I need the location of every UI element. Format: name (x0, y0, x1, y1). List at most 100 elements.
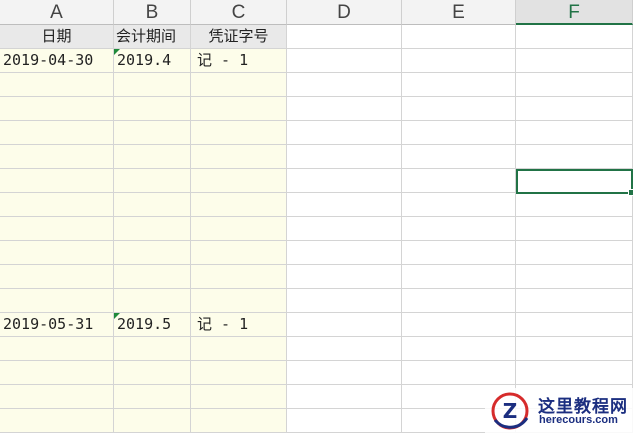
cell-c12[interactable] (191, 289, 287, 313)
cell-e14[interactable] (402, 337, 516, 361)
cell-e7[interactable] (402, 169, 516, 193)
column-header-c[interactable]: C (191, 0, 287, 25)
cell-a14[interactable] (0, 337, 114, 361)
column-header-e[interactable]: E (402, 0, 516, 25)
cell-e12[interactable] (402, 289, 516, 313)
cell-f11[interactable] (516, 265, 633, 289)
cell-e2[interactable] (402, 49, 516, 73)
cell-f9[interactable] (516, 217, 633, 241)
cell-d14[interactable] (287, 337, 402, 361)
cell-f8[interactable] (516, 193, 633, 217)
cell-b12[interactable] (114, 289, 191, 313)
cell-e10[interactable] (402, 241, 516, 265)
cell-f6[interactable] (516, 145, 633, 169)
cell-c17[interactable] (191, 409, 287, 433)
cell-e1[interactable] (402, 25, 516, 49)
cell-d4[interactable] (287, 97, 402, 121)
cell-d2[interactable] (287, 49, 402, 73)
cell-d17[interactable] (287, 409, 402, 433)
cell-b6[interactable] (114, 145, 191, 169)
cell-c5[interactable] (191, 121, 287, 145)
cell-e5[interactable] (402, 121, 516, 145)
cell-e3[interactable] (402, 73, 516, 97)
cell-a5[interactable] (0, 121, 114, 145)
cell-a12[interactable] (0, 289, 114, 313)
cell-e15[interactable] (402, 361, 516, 385)
fill-handle[interactable] (628, 189, 633, 196)
cell-d11[interactable] (287, 265, 402, 289)
cell-d7[interactable] (287, 169, 402, 193)
cell-f3[interactable] (516, 73, 633, 97)
header-cell-a[interactable]: 日期 (0, 25, 114, 49)
cell-c10[interactable] (191, 241, 287, 265)
cell-a16[interactable] (0, 385, 114, 409)
column-header-f[interactable]: F (516, 0, 633, 25)
cell-c3[interactable] (191, 73, 287, 97)
cell-e6[interactable] (402, 145, 516, 169)
cell-c4[interactable] (191, 97, 287, 121)
date-cell[interactable]: 2019-05-31 (0, 313, 114, 337)
cell-f13[interactable] (516, 313, 633, 337)
cell-a15[interactable] (0, 361, 114, 385)
cell-c11[interactable] (191, 265, 287, 289)
cell-d3[interactable] (287, 73, 402, 97)
period-cell[interactable]: 2019.4 (114, 49, 191, 73)
cell-c16[interactable] (191, 385, 287, 409)
cell-f1[interactable] (516, 25, 633, 49)
column-header-d[interactable]: D (287, 0, 402, 25)
cell-b10[interactable] (114, 241, 191, 265)
cell-f2[interactable] (516, 49, 633, 73)
cell-a17[interactable] (0, 409, 114, 433)
cell-a10[interactable] (0, 241, 114, 265)
cell-a9[interactable] (0, 217, 114, 241)
cell-b9[interactable] (114, 217, 191, 241)
cell-d15[interactable] (287, 361, 402, 385)
column-header-a[interactable]: A (0, 0, 114, 25)
cell-a11[interactable] (0, 265, 114, 289)
period-cell[interactable]: 2019.5 (114, 313, 191, 337)
cell-b16[interactable] (114, 385, 191, 409)
cell-b5[interactable] (114, 121, 191, 145)
voucher-cell[interactable]: 记 - 1 (191, 313, 287, 337)
cell-f4[interactable] (516, 97, 633, 121)
selected-cell-f7[interactable] (516, 169, 633, 196)
header-cell-b[interactable]: 会计期间 (114, 25, 191, 49)
cell-f12[interactable] (516, 289, 633, 313)
cell-c8[interactable] (191, 193, 287, 217)
cell-b8[interactable] (114, 193, 191, 217)
cell-d12[interactable] (287, 289, 402, 313)
cell-b3[interactable] (114, 73, 191, 97)
cell-d6[interactable] (287, 145, 402, 169)
cell-c6[interactable] (191, 145, 287, 169)
cell-c15[interactable] (191, 361, 287, 385)
cell-b14[interactable] (114, 337, 191, 361)
cell-a8[interactable] (0, 193, 114, 217)
cell-a6[interactable] (0, 145, 114, 169)
cell-b4[interactable] (114, 97, 191, 121)
cell-f5[interactable] (516, 121, 633, 145)
date-cell[interactable]: 2019-04-30 (0, 49, 114, 73)
header-cell-c[interactable]: 凭证字号 (191, 25, 287, 49)
cell-a7[interactable] (0, 169, 114, 193)
cell-d8[interactable] (287, 193, 402, 217)
cell-b7[interactable] (114, 169, 191, 193)
cell-f10[interactable] (516, 241, 633, 265)
cell-f15[interactable] (516, 361, 633, 385)
cell-e13[interactable] (402, 313, 516, 337)
cell-f14[interactable] (516, 337, 633, 361)
cell-e8[interactable] (402, 193, 516, 217)
cell-d5[interactable] (287, 121, 402, 145)
cell-c14[interactable] (191, 337, 287, 361)
cell-e11[interactable] (402, 265, 516, 289)
cell-a4[interactable] (0, 97, 114, 121)
column-header-b[interactable]: B (114, 0, 191, 25)
cell-e4[interactable] (402, 97, 516, 121)
cell-d13[interactable] (287, 313, 402, 337)
cell-b15[interactable] (114, 361, 191, 385)
cell-a3[interactable] (0, 73, 114, 97)
cell-d10[interactable] (287, 241, 402, 265)
cell-e9[interactable] (402, 217, 516, 241)
cell-b17[interactable] (114, 409, 191, 433)
cell-b11[interactable] (114, 265, 191, 289)
cell-d9[interactable] (287, 217, 402, 241)
